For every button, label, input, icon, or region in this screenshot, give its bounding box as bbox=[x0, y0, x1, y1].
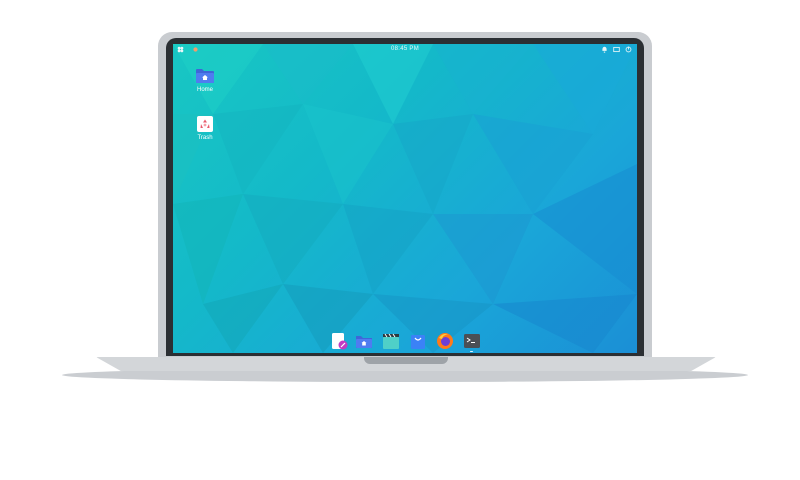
laptop-notch bbox=[364, 357, 448, 364]
desktop-item-label: Home bbox=[196, 87, 213, 93]
power-icon[interactable] bbox=[625, 46, 632, 53]
firefox-icon[interactable] bbox=[436, 332, 454, 350]
desktop-item-label: Trash bbox=[197, 135, 213, 141]
store-icon[interactable] bbox=[409, 332, 427, 350]
notifications-icon[interactable] bbox=[601, 46, 608, 53]
video-player-icon[interactable] bbox=[382, 332, 400, 350]
home-folder-icon bbox=[195, 68, 215, 84]
top-panel: 08:45 PM bbox=[173, 44, 637, 56]
text-editor-icon[interactable] bbox=[330, 332, 348, 350]
dock-active-indicator bbox=[470, 351, 473, 352]
terminal-icon[interactable] bbox=[463, 332, 481, 350]
wallpaper bbox=[173, 44, 637, 353]
dock bbox=[328, 330, 488, 352]
desktop-item-trash[interactable]: Trash bbox=[185, 116, 225, 141]
files-icon[interactable] bbox=[355, 332, 373, 350]
clock[interactable]: 08:45 PM bbox=[173, 46, 637, 52]
desktop-item-home[interactable]: Home bbox=[185, 68, 225, 93]
desktop-screen: 08:45 PM Home Trash bbox=[173, 44, 637, 353]
display-icon[interactable] bbox=[613, 46, 620, 53]
trash-icon bbox=[197, 116, 213, 132]
